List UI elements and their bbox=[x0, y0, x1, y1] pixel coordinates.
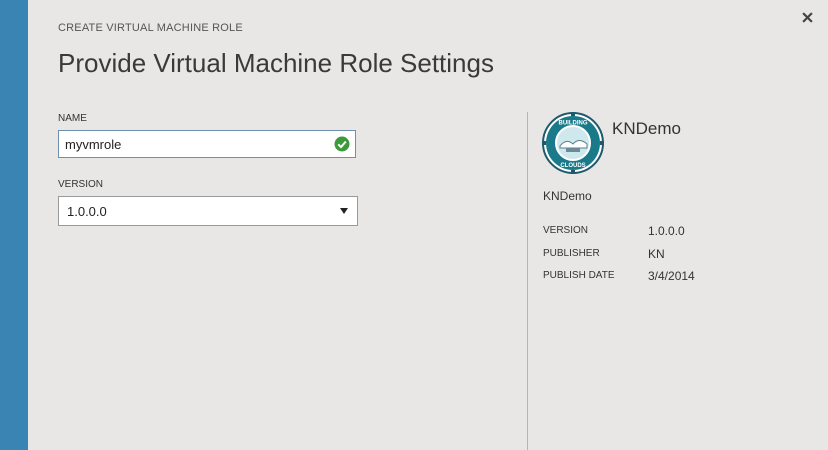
side-accent-stripe bbox=[0, 0, 28, 450]
checkmark-icon bbox=[334, 136, 350, 152]
version-selected-value: 1.0.0.0 bbox=[67, 203, 107, 219]
publisher-label: PUBLISHER bbox=[543, 248, 600, 259]
wizard-subtitle: CREATE VIRTUAL MACHINE ROLE bbox=[58, 22, 243, 34]
role-description: KNDemo bbox=[543, 189, 592, 203]
chevron-down-icon bbox=[340, 208, 348, 214]
publish-date-label: PUBLISH DATE bbox=[543, 270, 615, 281]
version-dropdown[interactable]: 1.0.0.0 bbox=[58, 196, 358, 226]
logo-text-top: BUILDING bbox=[559, 121, 588, 127]
panel-divider bbox=[527, 112, 528, 450]
page-title: Provide Virtual Machine Role Settings bbox=[58, 48, 494, 78]
version-label: VERSION bbox=[58, 179, 104, 190]
close-button[interactable] bbox=[798, 8, 816, 26]
publish-date-value: 3/4/2014 bbox=[648, 269, 695, 283]
role-name: KNDemo bbox=[612, 119, 681, 138]
name-input[interactable] bbox=[59, 131, 325, 157]
name-field[interactable] bbox=[58, 130, 356, 158]
publisher-value: KN bbox=[648, 247, 665, 261]
close-icon bbox=[801, 11, 813, 23]
version-info-label: VERSION bbox=[543, 225, 589, 236]
logo-text-bottom: CLOUDS bbox=[560, 163, 585, 169]
name-label: NAME bbox=[58, 113, 87, 124]
version-info-value: 1.0.0.0 bbox=[648, 224, 685, 238]
building-clouds-logo: BUILDING CLOUDS bbox=[542, 112, 604, 174]
